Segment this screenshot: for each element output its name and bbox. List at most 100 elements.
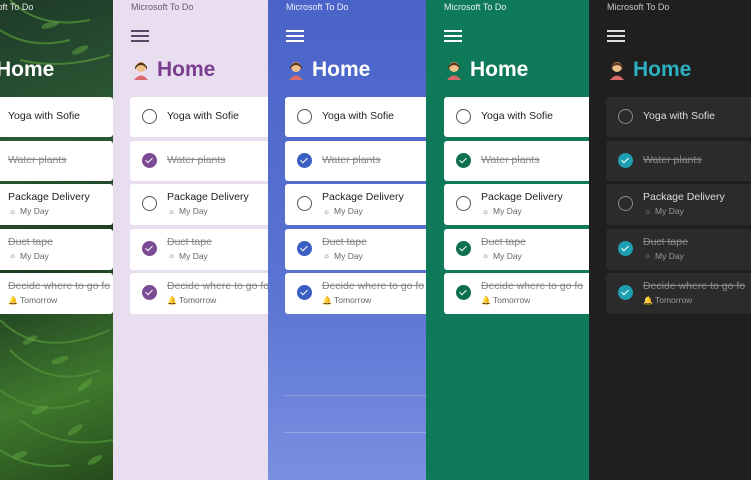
theme-panel-green: Microsoft To Do Home Yoga with Sofie Wat…: [426, 0, 589, 480]
task-item[interactable]: Water plants: [0, 140, 113, 181]
hamburger-menu-icon[interactable]: [286, 30, 304, 42]
task-meta: ☼ My Day: [322, 206, 363, 216]
task-item[interactable]: Water plants: [285, 140, 426, 181]
task-item[interactable]: Yoga with Sofie: [606, 97, 751, 137]
checkbox-checked-icon[interactable]: [142, 152, 157, 168]
bell-icon: 🔔: [167, 295, 177, 305]
task-title: Water plants: [643, 153, 702, 166]
task-title: Decide where to go fo: [8, 280, 111, 292]
task-meta: 🔔 Tomorrow: [481, 295, 530, 305]
task-item[interactable]: Decide where to go fo 🔔 Tomorrow: [606, 273, 751, 314]
task-item[interactable]: Yoga with Sofie: [130, 97, 268, 137]
hamburger-menu-icon[interactable]: [131, 30, 149, 42]
task-meta-label: My Day: [493, 250, 522, 261]
checkbox-checked-icon[interactable]: [142, 240, 157, 256]
task-meta-label: My Day: [655, 250, 684, 261]
task-title: Yoga with Sofie: [322, 110, 394, 122]
list-heading-label: Home: [312, 58, 371, 81]
task-item[interactable]: Package Delivery ☼ My Day: [285, 184, 426, 225]
ghost-row-divider: [285, 432, 426, 433]
checkbox-checked-icon[interactable]: [618, 240, 633, 256]
task-title: Decide where to go fo: [481, 280, 584, 292]
sun-icon: ☼: [8, 206, 17, 216]
checkbox-circle[interactable]: [142, 196, 157, 211]
task-title: Duct tape: [481, 235, 526, 248]
task-title: Duct tape: [8, 235, 53, 248]
checkbox-checked-icon[interactable]: [456, 152, 471, 168]
checkbox-circle[interactable]: [618, 109, 633, 124]
theme-panel-purple: Microsoft To Do Home Yoga with Sofie Wat…: [113, 0, 268, 480]
hamburger-menu-icon[interactable]: [607, 30, 625, 42]
checkbox-circle[interactable]: [456, 196, 471, 211]
task-item[interactable]: Decide where to go fo 🔔 Tomorrow: [0, 273, 113, 314]
checkbox-checked-icon[interactable]: [456, 240, 471, 256]
app-title: Microsoft To Do: [286, 2, 349, 12]
task-title: Package Delivery: [167, 191, 249, 203]
theme-panel-photo: osoft To Do Home Yoga with Sofie Water p…: [0, 0, 113, 480]
sun-icon: ☼: [167, 206, 176, 216]
task-meta: ☼ My Day: [643, 206, 684, 216]
task-meta: ☼ My Day: [8, 206, 49, 216]
task-title: Yoga with Sofie: [643, 110, 715, 122]
task-item[interactable]: Package Delivery ☼ My Day: [444, 184, 589, 225]
sun-icon: ☼: [322, 206, 331, 216]
checkbox-circle[interactable]: [297, 109, 312, 124]
task-item[interactable]: Duct tape ☼ My Day: [444, 228, 589, 270]
task-title: Package Delivery: [322, 191, 404, 203]
task-meta-label: My Day: [20, 206, 49, 216]
task-item[interactable]: Yoga with Sofie: [444, 97, 589, 137]
checkbox-checked-icon[interactable]: [297, 285, 312, 300]
task-list: Yoga with Sofie Water plants Package Del…: [0, 97, 113, 318]
task-title: Package Delivery: [8, 191, 90, 203]
checkbox-circle[interactable]: [618, 196, 633, 211]
task-list: Yoga with Sofie Water plants Package Del…: [130, 97, 268, 318]
task-item[interactable]: Package Delivery ☼ My Day: [606, 184, 751, 225]
task-meta: ☼ My Day: [167, 206, 208, 216]
checkbox-circle[interactable]: [142, 109, 157, 124]
list-heading-label: Home: [633, 58, 692, 81]
bell-icon: 🔔: [643, 295, 653, 305]
task-meta-label: Tomorrow: [179, 295, 217, 305]
task-item[interactable]: Package Delivery ☼ My Day: [130, 184, 268, 225]
task-meta-label: My Day: [334, 206, 363, 216]
checkbox-checked-icon[interactable]: [456, 285, 471, 300]
checkbox-checked-icon[interactable]: [142, 285, 157, 300]
bell-icon: 🔔: [8, 295, 18, 305]
task-title: Duct tape: [643, 235, 688, 248]
checkbox-circle[interactable]: [456, 109, 471, 124]
task-item[interactable]: Decide where to go fo 🔔 Tomorrow: [444, 273, 589, 314]
checkbox-circle[interactable]: [297, 196, 312, 211]
task-item[interactable]: Package Delivery ☼ My Day: [0, 184, 113, 225]
task-meta: ☼ My Day: [167, 251, 208, 261]
task-title: Yoga with Sofie: [481, 110, 553, 122]
theme-panel-blue: Microsoft To Do Home Yoga with Sofie Wat…: [268, 0, 426, 480]
bell-icon: 🔔: [481, 295, 491, 305]
task-meta: 🔔 Tomorrow: [8, 295, 57, 305]
task-meta-label: My Day: [179, 206, 208, 216]
task-item[interactable]: Yoga with Sofie: [285, 97, 426, 137]
task-item[interactable]: Duct tape ☼ My Day: [0, 228, 113, 270]
task-item[interactable]: Decide where to go fo 🔔 Tomorrow: [285, 273, 426, 314]
task-item[interactable]: Duct tape ☼ My Day: [285, 228, 426, 270]
checkbox-checked-icon[interactable]: [297, 240, 312, 256]
task-item[interactable]: Water plants: [444, 140, 589, 181]
checkbox-checked-icon[interactable]: [618, 152, 633, 168]
checkbox-checked-icon[interactable]: [297, 152, 312, 168]
list-heading: Home: [0, 58, 54, 82]
task-item[interactable]: Duct tape ☼ My Day: [130, 228, 268, 270]
task-item[interactable]: Yoga with Sofie: [0, 97, 113, 137]
checkbox-checked-icon[interactable]: [618, 285, 633, 300]
task-item[interactable]: Decide where to go fo 🔔 Tomorrow: [130, 273, 268, 314]
task-meta-label: My Day: [493, 206, 522, 216]
task-item[interactable]: Water plants: [130, 140, 268, 181]
task-title: Water plants: [481, 153, 540, 166]
hamburger-menu-icon[interactable]: [444, 30, 462, 42]
task-meta-label: My Day: [20, 250, 49, 261]
list-heading-label: Home: [157, 58, 216, 81]
sun-icon: ☼: [643, 206, 652, 216]
task-item[interactable]: Duct tape ☼ My Day: [606, 228, 751, 270]
task-title: Decide where to go fo: [167, 280, 268, 292]
task-meta: ☼ My Day: [481, 206, 522, 216]
task-item[interactable]: Water plants: [606, 140, 751, 181]
task-title: Yoga with Sofie: [8, 110, 80, 122]
